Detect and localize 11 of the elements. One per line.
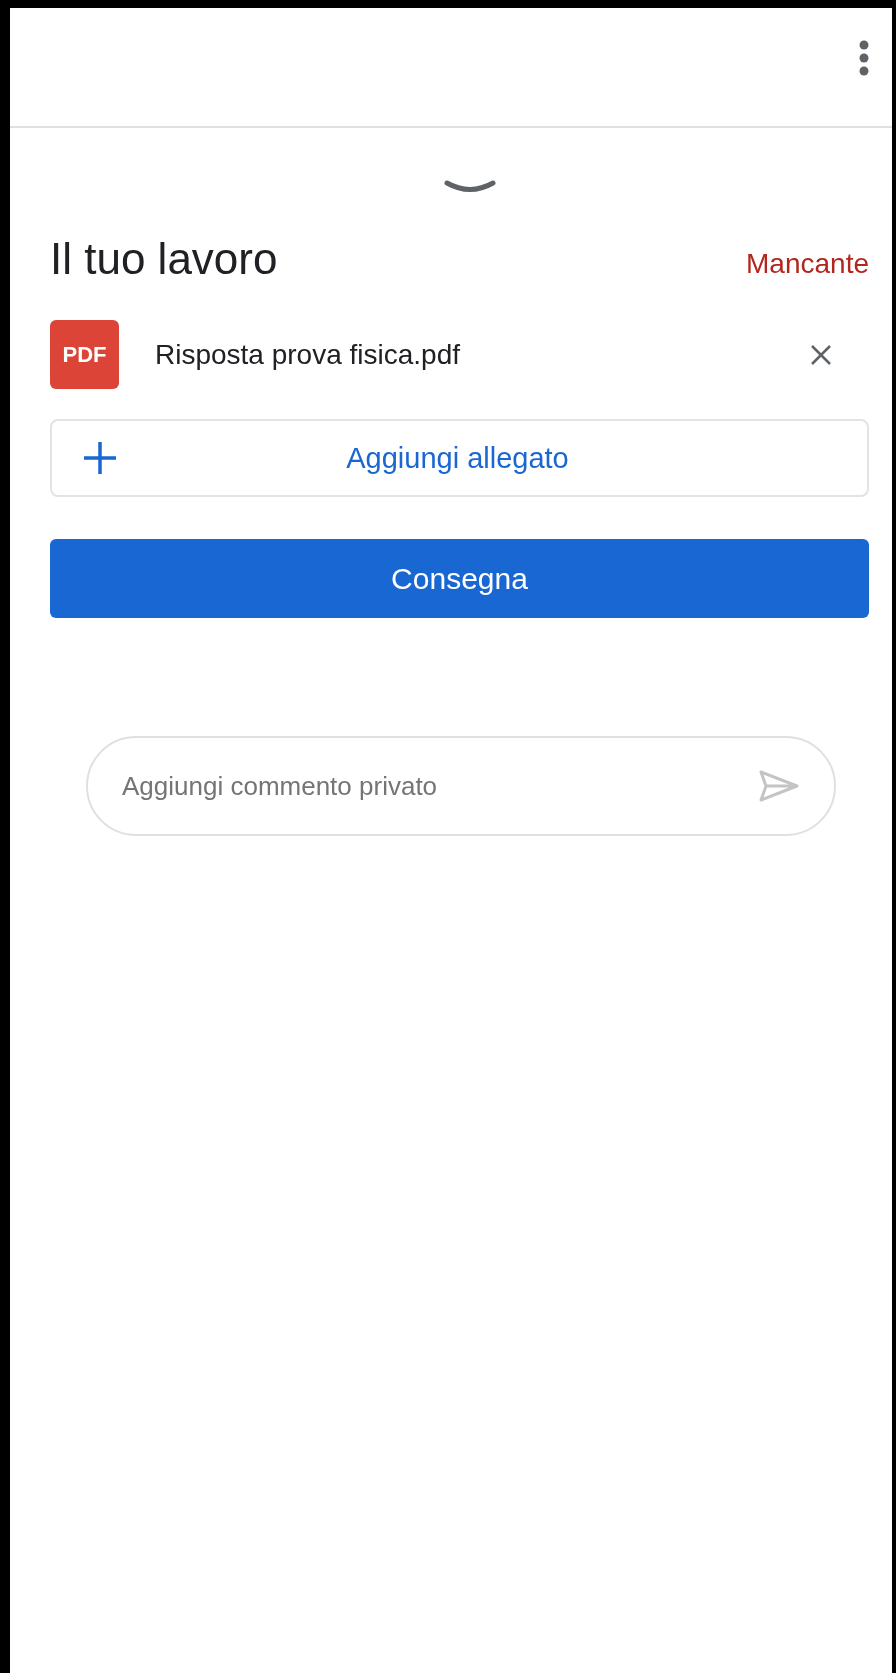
pdf-file-icon: PDF [50,320,119,389]
plus-icon [82,440,118,476]
status-label: Mancante [746,248,869,280]
submit-button[interactable]: Consegna [50,539,869,618]
close-icon [809,342,833,367]
private-comment-field[interactable]: Aggiungi commento privato [86,736,836,836]
attachment-name[interactable]: Risposta prova fisica.pdf [155,338,767,371]
section-title: Il tuo lavoro [50,234,278,284]
add-attachment-button[interactable]: Aggiungi allegato [50,419,869,497]
more-options-icon[interactable] [858,40,870,76]
chevron-down-icon[interactable] [443,180,496,194]
